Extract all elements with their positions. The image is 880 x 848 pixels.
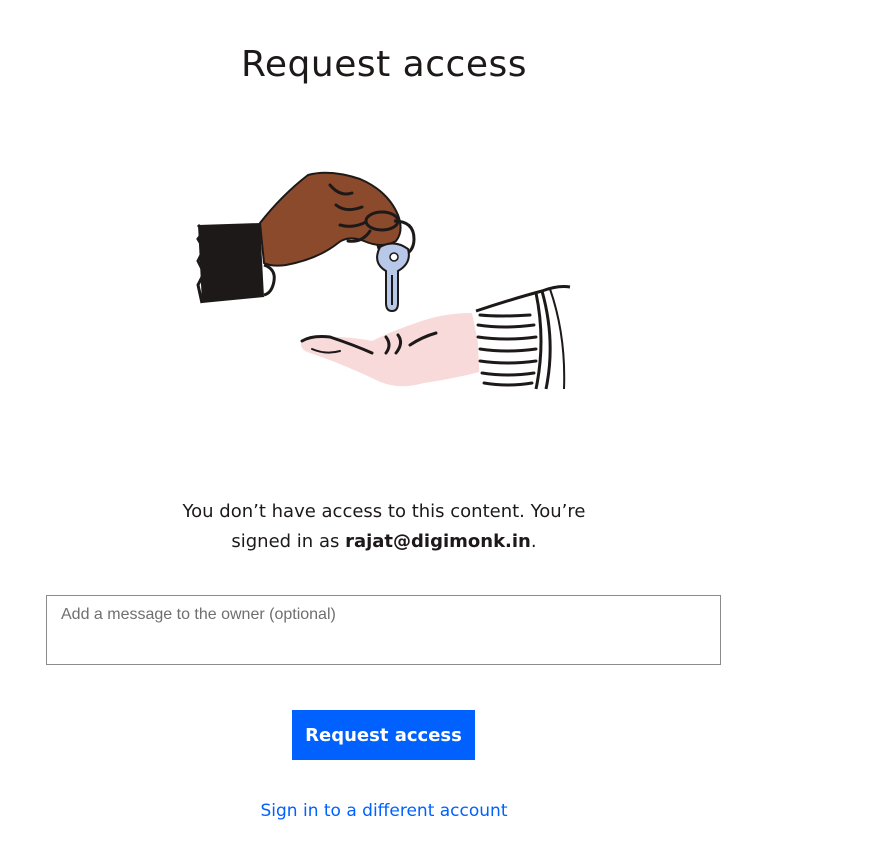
- hand-passing-key-illustration: [190, 165, 580, 400]
- signed-in-suffix: .: [530, 531, 537, 552]
- receiver-sleeve: [475, 285, 571, 390]
- signed-in-prefix: signed in as: [231, 531, 346, 552]
- access-message-line1: You don’t have access to this content. Y…: [182, 501, 586, 522]
- page-title: Request access: [241, 44, 527, 85]
- request-access-button[interactable]: Request access: [292, 710, 475, 760]
- signed-in-email: rajat@digimonk.in: [345, 531, 531, 552]
- access-message-line2: signed in as rajat@digimonk.in.: [0, 527, 768, 557]
- access-message: You don’t have access to this content. Y…: [0, 497, 768, 557]
- receiver-hand: [300, 313, 484, 387]
- switch-account-link[interactable]: Sign in to a different account: [0, 801, 768, 821]
- owner-message-field[interactable]: [46, 595, 721, 665]
